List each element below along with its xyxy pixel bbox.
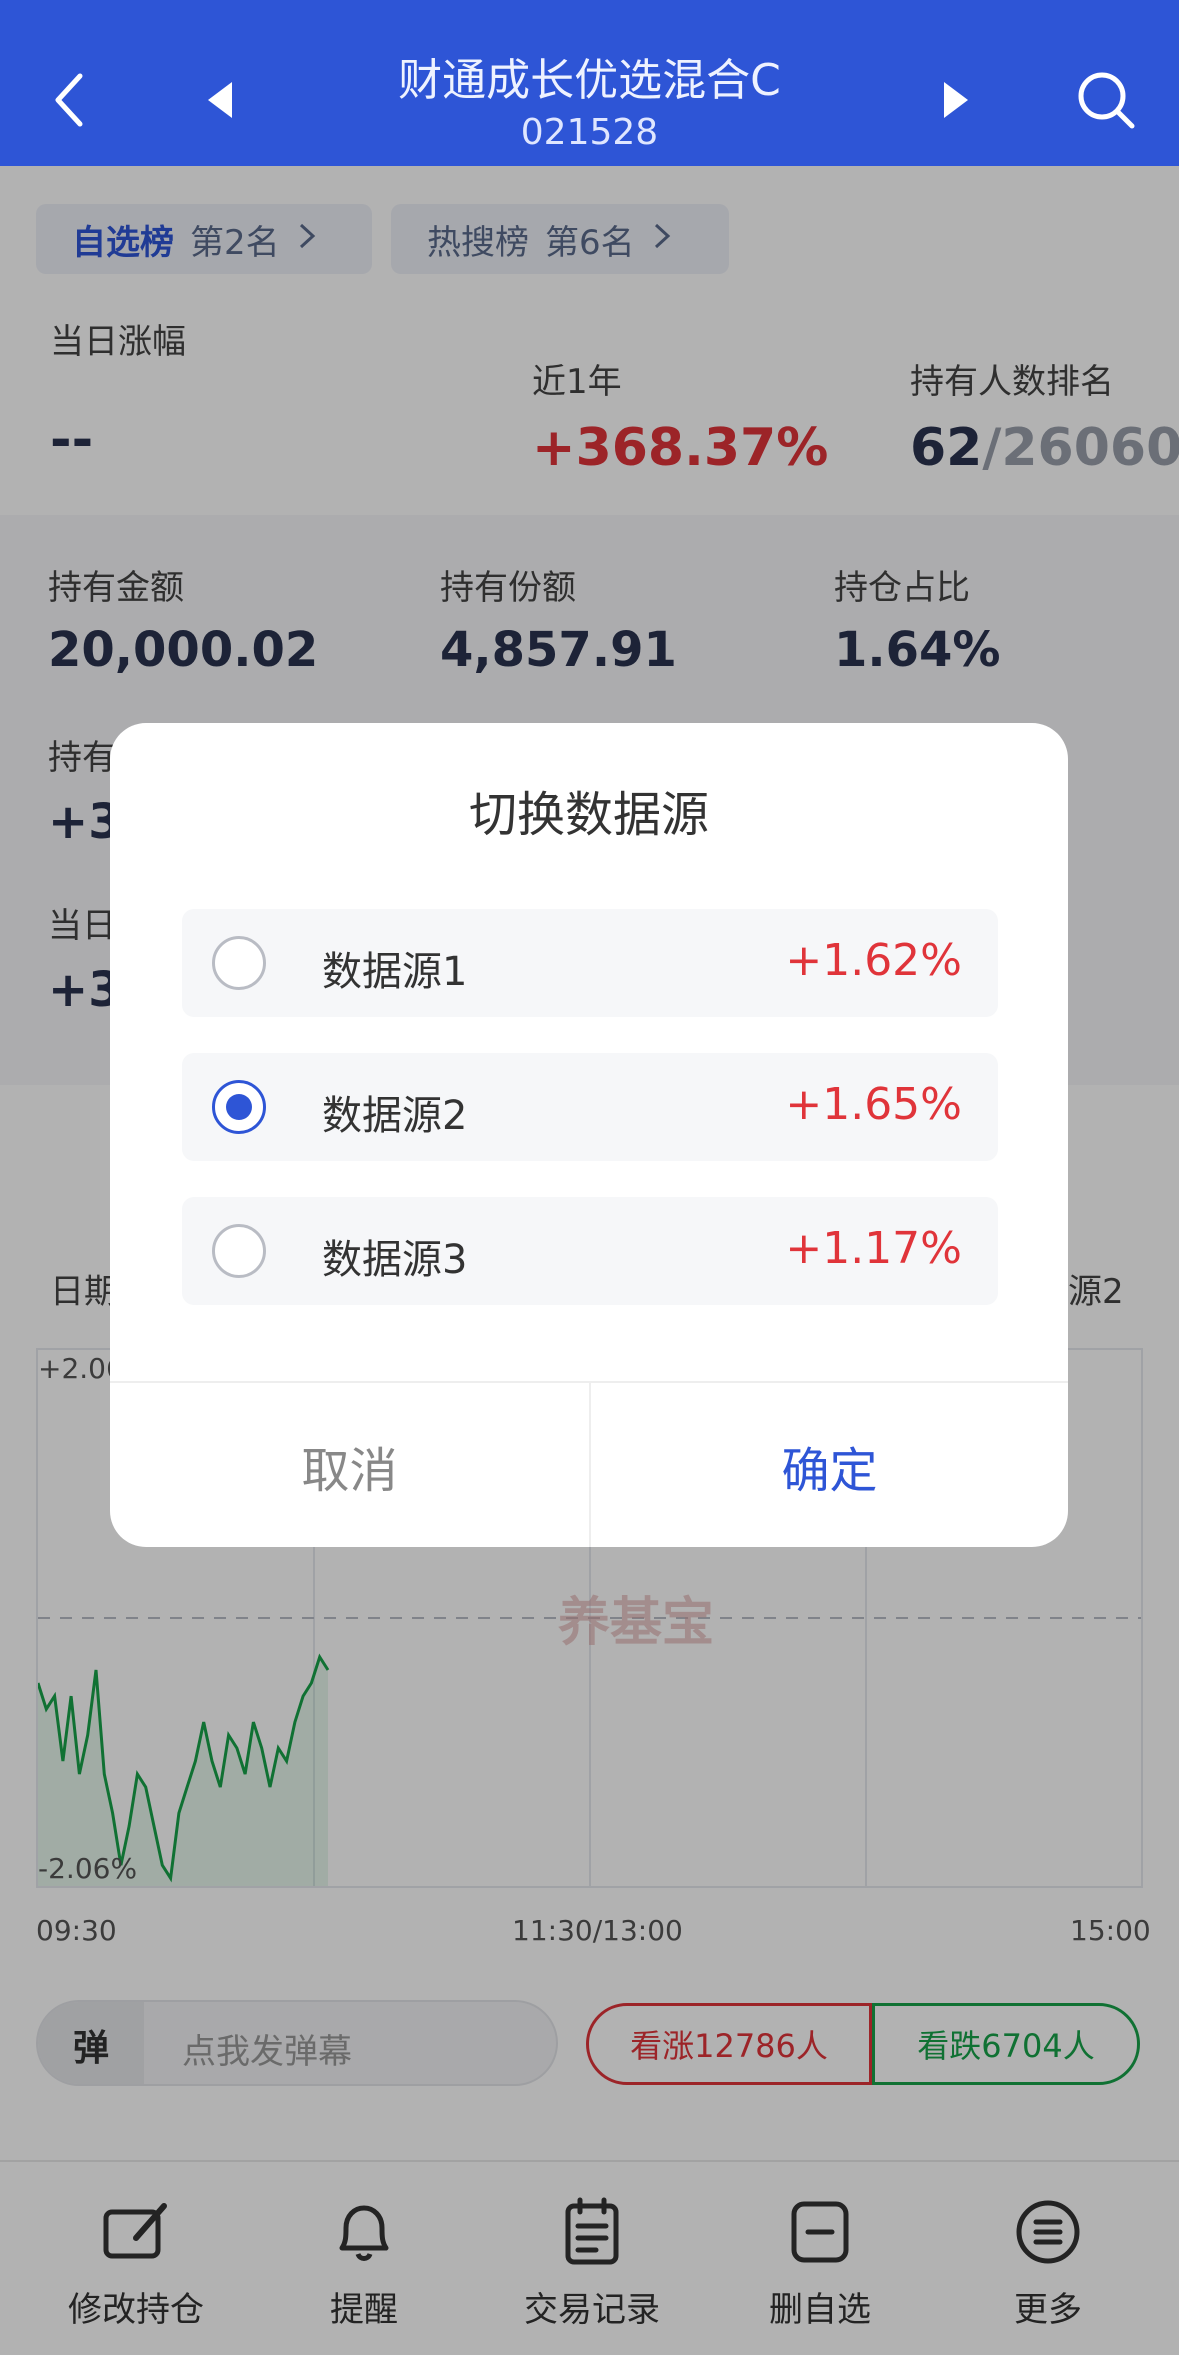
data-source-option-1[interactable]: 数据源1 +1.62%: [182, 909, 998, 1017]
dialog-footer: 取消 确定: [110, 1381, 1068, 1547]
radio-button[interactable]: [212, 1224, 266, 1278]
dialog-title: 切换数据源: [468, 787, 709, 843]
next-fund-icon[interactable]: [916, 60, 996, 140]
switch-data-source-dialog: 切换数据源 数据源1 +1.62% 数据源2 +1.65% 数据源3 +1.17…: [110, 723, 1068, 1547]
option-name: 数据源2: [322, 1093, 468, 1139]
option-value: +1.17%: [785, 1223, 962, 1274]
top-header: 财通成长优选混合C 021528: [0, 0, 1179, 166]
search-icon[interactable]: [1066, 60, 1146, 140]
cancel-button[interactable]: 取消: [110, 1383, 589, 1547]
radio-button[interactable]: [212, 936, 266, 990]
option-name: 数据源3: [322, 1237, 468, 1283]
fund-code: 021528: [520, 112, 659, 153]
option-value: +1.62%: [785, 935, 962, 986]
radio-button-selected[interactable]: [212, 1080, 266, 1134]
option-value: +1.65%: [785, 1079, 962, 1130]
option-name: 数据源1: [322, 949, 468, 995]
data-source-option-3[interactable]: 数据源3 +1.17%: [182, 1197, 998, 1305]
data-source-option-2[interactable]: 数据源2 +1.65%: [182, 1053, 998, 1161]
confirm-button[interactable]: 确定: [589, 1383, 1068, 1547]
fund-title: 财通成长优选混合C: [398, 55, 781, 106]
